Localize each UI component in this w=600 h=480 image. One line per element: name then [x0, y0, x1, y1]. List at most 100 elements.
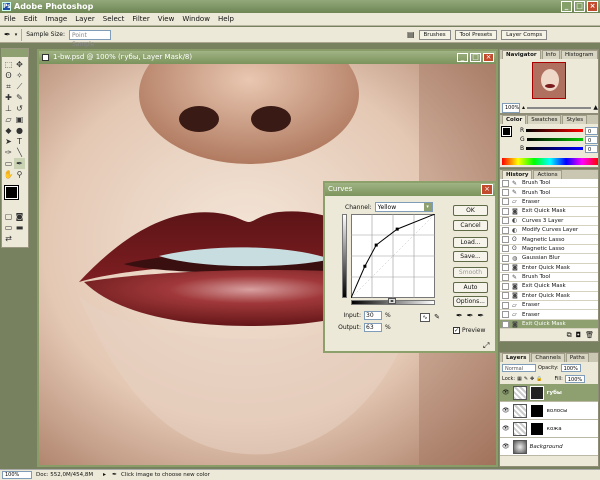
new-document-from-state-icon[interactable]: ⧉: [567, 331, 572, 339]
history-brush-source-checkbox[interactable]: [502, 217, 509, 225]
history-brush-source-checkbox[interactable]: [502, 236, 509, 244]
layer-visibility-eye-icon[interactable]: 👁: [502, 407, 510, 414]
value-b[interactable]: 0: [585, 144, 598, 153]
slider-g[interactable]: [526, 138, 583, 141]
status-zoom-field[interactable]: 100%: [2, 471, 32, 479]
menu-view[interactable]: View: [158, 15, 175, 23]
layer-visibility-eye-icon[interactable]: 👁: [502, 425, 510, 432]
foreground-color-swatch[interactable]: [4, 185, 19, 200]
status-menu-arrow-icon[interactable]: ▸: [103, 470, 106, 480]
tab-histogram[interactable]: Histogram: [560, 50, 598, 59]
tool-preset-picker-icon[interactable]: ▾: [15, 32, 18, 38]
white-point-eyedropper-icon[interactable]: ✒: [477, 311, 484, 320]
layer-thumbnail[interactable]: [512, 403, 527, 418]
curve-mode-toggle[interactable]: ◂▸: [388, 298, 396, 304]
history-state[interactable]: ✎ Brush Tool: [500, 179, 598, 189]
history-brush-source-checkbox[interactable]: [502, 226, 509, 234]
palette-well-tool-presets[interactable]: Tool Presets: [454, 29, 498, 40]
layer-mask-thumbnail[interactable]: [529, 385, 544, 400]
notes-tool-icon[interactable]: ▭: [3, 158, 14, 169]
navigator-zoom-field[interactable]: 100%: [502, 102, 520, 113]
layer-thumbnail[interactable]: [512, 439, 527, 454]
history-brush-source-checkbox[interactable]: [502, 179, 509, 187]
lock-transparency-icon[interactable]: ▦: [517, 376, 522, 382]
layer-row[interactable]: 👁 Background: [500, 438, 598, 456]
value-r[interactable]: 0: [585, 126, 598, 135]
menu-filter[interactable]: Filter: [132, 15, 149, 23]
history-state[interactable]: ◙ Enter Quick Mask: [500, 292, 598, 302]
curve-control-point[interactable]: [395, 227, 399, 231]
minimize-button[interactable]: _: [561, 1, 572, 12]
history-brush-source-checkbox[interactable]: [502, 273, 509, 281]
lock-image-icon[interactable]: ✎: [524, 376, 528, 382]
history-brush-source-checkbox[interactable]: [502, 189, 509, 197]
history-brush-source-checkbox[interactable]: [502, 264, 509, 272]
history-state[interactable]: ◐ Modify Curves Layer: [500, 226, 598, 236]
tab-info[interactable]: Info: [541, 50, 560, 59]
shape-tool-icon[interactable]: ╲: [14, 147, 25, 158]
tab-paths[interactable]: Paths: [565, 353, 589, 362]
tab-history[interactable]: History: [502, 170, 533, 179]
sample-size-select[interactable]: Point Sample: [68, 29, 111, 48]
lock-all-icon[interactable]: 🔒: [536, 376, 542, 382]
tab-color[interactable]: Color: [502, 115, 527, 124]
doc-maximize-button[interactable]: □: [470, 53, 481, 62]
eraser-tool-icon[interactable]: ▱: [3, 114, 14, 125]
layer-visibility-eye-icon[interactable]: 👁: [502, 443, 510, 450]
history-brush-source-checkbox[interactable]: [502, 282, 509, 290]
history-state[interactable]: ʘ Magnetic Lasso: [500, 235, 598, 245]
menu-select[interactable]: Select: [103, 15, 125, 23]
eyedropper-tool-icon[interactable]: ✒: [4, 30, 11, 39]
gradient-tool-icon[interactable]: ▣: [14, 114, 25, 125]
palette-well-layer-comps[interactable]: Layer Comps: [501, 29, 548, 40]
close-button[interactable]: ×: [587, 1, 598, 12]
tab-layers[interactable]: Layers: [502, 353, 531, 362]
history-state[interactable]: ▱ Eraser: [500, 301, 598, 311]
pen-tool-icon[interactable]: ✑: [3, 147, 14, 158]
opacity-field[interactable]: 100%: [560, 363, 581, 372]
curve-pencil-tool-icon[interactable]: ✎: [432, 313, 442, 322]
menu-window[interactable]: Window: [182, 15, 210, 23]
curve-control-point[interactable]: [363, 264, 367, 268]
history-state[interactable]: ▱ Eraser: [500, 310, 598, 320]
history-brush-source-checkbox[interactable]: [502, 254, 509, 262]
type-tool-icon[interactable]: T: [14, 136, 25, 147]
dodge-tool-icon[interactable]: ●: [14, 125, 25, 136]
tab-styles[interactable]: Styles: [562, 115, 588, 124]
brush-tool-icon[interactable]: ✎: [14, 92, 25, 103]
gray-point-eyedropper-icon[interactable]: ✒: [467, 311, 474, 320]
blur-tool-icon[interactable]: ◆: [3, 125, 14, 136]
zoom-in-icon[interactable]: ▲: [593, 104, 598, 111]
black-point-eyedropper-icon[interactable]: ✒: [456, 311, 463, 320]
input-field[interactable]: 30: [364, 311, 382, 320]
file-browser-icon[interactable]: ▤: [407, 30, 415, 39]
menu-file[interactable]: File: [4, 15, 16, 23]
jump-to-imageready-icon[interactable]: ⇄: [3, 233, 14, 244]
magic-wand-tool-icon[interactable]: ✧: [14, 70, 25, 81]
load-button[interactable]: Load...: [453, 237, 488, 248]
new-snapshot-icon[interactable]: ◘: [576, 331, 582, 339]
color-fg-swatch[interactable]: [501, 126, 512, 137]
delete-state-icon[interactable]: 🗑: [585, 331, 594, 339]
slice-tool-icon[interactable]: ⟋: [14, 81, 25, 92]
layer-thumbnail[interactable]: [512, 385, 527, 400]
layer-mask-thumbnail[interactable]: [529, 403, 544, 418]
history-state[interactable]: ◙ Enter Quick Mask: [500, 264, 598, 273]
value-g[interactable]: 0: [585, 135, 598, 144]
clone-stamp-tool-icon[interactable]: ⊥: [3, 103, 14, 114]
layer-thumbnail[interactable]: [512, 421, 527, 436]
history-state[interactable]: ✎ Brush Tool: [500, 188, 598, 198]
history-brush-source-checkbox[interactable]: [502, 301, 509, 309]
curve-graph[interactable]: [351, 214, 435, 298]
quick-mask-mode-icon[interactable]: ◙: [14, 211, 25, 222]
menu-help[interactable]: Help: [218, 15, 234, 23]
hand-tool-icon[interactable]: ✋: [3, 169, 14, 180]
history-state[interactable]: ◐ Curves 3 Layer: [500, 217, 598, 226]
layer-row[interactable]: 👁 губы: [500, 384, 598, 402]
history-brush-source-checkbox[interactable]: [502, 198, 509, 206]
output-field[interactable]: 63: [364, 323, 382, 332]
tab-actions[interactable]: Actions: [533, 170, 562, 179]
history-state[interactable]: ✎ Brush Tool: [500, 273, 598, 283]
ok-button[interactable]: OK: [453, 205, 488, 216]
color-spectrum-bar[interactable]: [502, 158, 598, 165]
